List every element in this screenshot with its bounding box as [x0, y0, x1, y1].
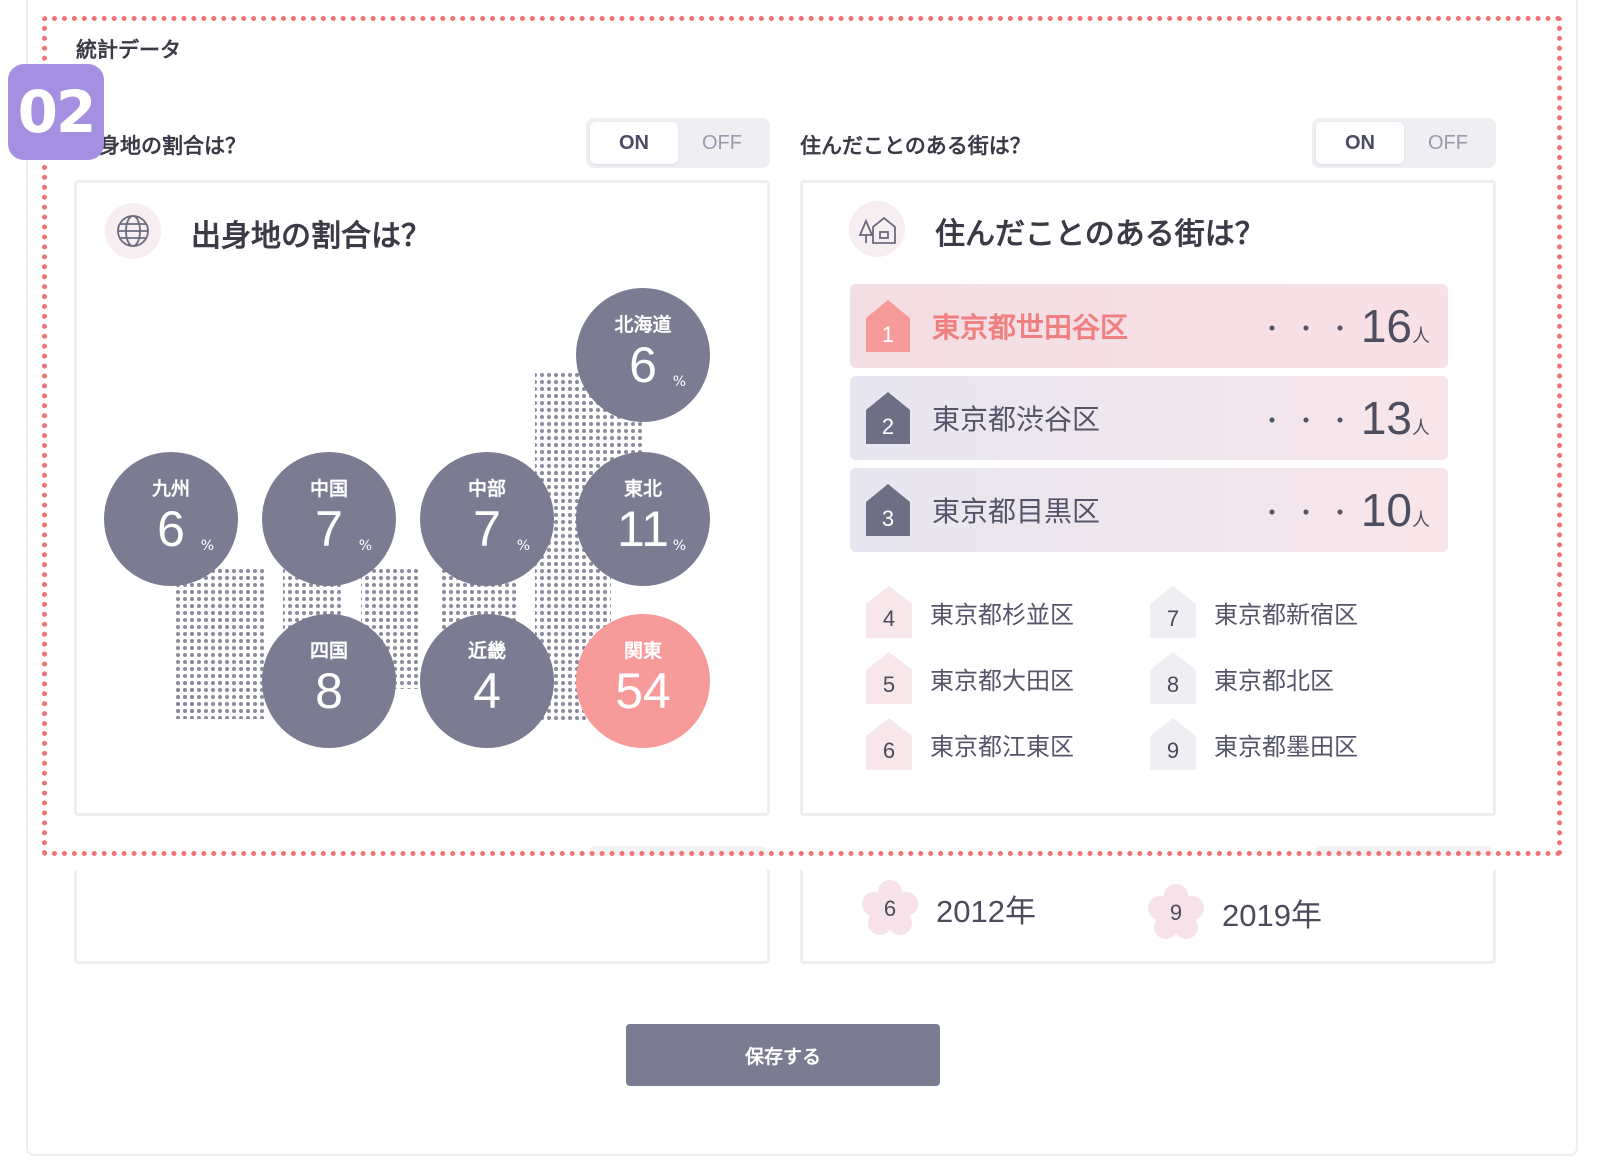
region-percent: 11: [617, 501, 669, 557]
region-name: 北海道: [614, 314, 672, 336]
region-bubble-kyushu: 九州 6 %: [104, 452, 238, 586]
house-icon: 9: [1150, 718, 1196, 770]
toggle-ghost: [1314, 846, 1494, 856]
town-count: 10人: [1360, 484, 1430, 536]
leader-dots: ・・・: [1260, 406, 1362, 435]
town-name: 東京都杉並区: [930, 600, 1074, 629]
region-percent: 6: [629, 337, 657, 393]
percent-sign: %: [200, 538, 214, 554]
town-count: 16人: [1360, 300, 1430, 352]
town-name: 東京都墨田区: [1214, 732, 1358, 761]
town-name: 東京都江東区: [930, 732, 1074, 761]
town-name: 東京都目黒区: [932, 495, 1101, 528]
rank-number: 5: [882, 672, 896, 697]
region-name: 四国: [309, 640, 348, 662]
house-icon: 1: [866, 300, 910, 352]
rank-number: 2: [881, 414, 895, 439]
region-name: 中国: [309, 478, 348, 500]
rank-number: 6: [882, 738, 896, 763]
toggle-towns: ON OFF: [1312, 118, 1496, 168]
region-percent: 6: [157, 501, 185, 557]
town-name: 東京都渋谷区: [932, 403, 1101, 436]
rank-item-6: 6 東京都江東区: [866, 718, 1074, 770]
rank-item-2: 2 東京都渋谷区 ・・・ 13人: [850, 376, 1448, 460]
region-percent: 4: [473, 663, 501, 719]
leader-dots: ・・・: [1260, 498, 1362, 527]
leader-dots: ・・・: [1260, 314, 1362, 343]
toggle-off-button[interactable]: OFF: [1404, 122, 1492, 164]
house-icon: 2: [866, 392, 910, 444]
panel-title: 住んだことのある街は？: [935, 217, 1265, 252]
year-label: 2019年: [1222, 897, 1322, 933]
sakura-icon: 9: [1148, 884, 1204, 940]
rank-number: 9: [1166, 738, 1180, 763]
percent-sign: %: [672, 374, 686, 390]
region-bubble-chugoku: 中国 7 %: [262, 452, 396, 586]
house-icon: 5: [866, 652, 912, 704]
town-name: 東京都北区: [1214, 666, 1334, 695]
rank-item-8: 8 東京都北区: [1150, 652, 1334, 704]
toggle-ghost: [588, 846, 768, 856]
rank-number: 1: [881, 322, 895, 347]
section-title: 統計データ: [76, 38, 181, 62]
house-icon: 4: [866, 586, 912, 638]
rank-item-5: 5 東京都大田区: [866, 652, 1074, 704]
region-name: 東北: [623, 478, 662, 500]
rank-item-7: 7 東京都新宿区: [1150, 586, 1358, 638]
house-icon: 7: [1150, 586, 1196, 638]
region-bubble-shikoku: 四国 8: [262, 614, 396, 748]
region-percent: 7: [473, 501, 501, 557]
year-item-6: 6 2012年: [862, 878, 1036, 938]
percent-sign: %: [358, 538, 372, 554]
toggle-on-button[interactable]: ON: [590, 122, 678, 164]
region-bubble-kanto: 関東 54: [576, 614, 710, 748]
region-bubble-chubu: 中部 7 %: [420, 452, 554, 586]
rank-number: 7: [1166, 606, 1180, 631]
year-rank: 6: [883, 896, 897, 921]
toggle-birthplace: ON OFF: [586, 118, 770, 168]
region-name: 近畿: [467, 640, 506, 662]
year-label: 2012年: [936, 893, 1036, 929]
region-bubble-hokkaido: 北海道 6 %: [576, 288, 710, 422]
region-name: 中部: [467, 478, 506, 500]
save-button[interactable]: 保存する: [626, 1024, 940, 1086]
rank-item-9: 9 東京都墨田区: [1150, 718, 1358, 770]
house-icon: 6: [866, 718, 912, 770]
house-tree-icon: [849, 201, 905, 257]
lower-left-panel: [74, 870, 770, 964]
year-item-9: 9 2019年: [1148, 882, 1322, 942]
town-name: 東京都新宿区: [1214, 600, 1358, 629]
toggle-off-button[interactable]: OFF: [678, 122, 766, 164]
percent-sign: %: [672, 538, 686, 554]
question-label-towns: 住んだことのある街は？: [800, 134, 1031, 158]
rank-item-3: 3 東京都目黒区 ・・・ 10人: [850, 468, 1448, 552]
sakura-icon: 6: [862, 880, 918, 936]
town-count: 13人: [1360, 392, 1430, 444]
rank-item-4: 4 東京都杉並区: [866, 586, 1074, 638]
step-badge: 02: [8, 64, 104, 160]
rank-number: 4: [882, 606, 896, 631]
rank-item-1: 1 東京都世田谷区 ・・・ 16人: [850, 284, 1448, 368]
region-bubble-kinki: 近畿 4: [420, 614, 554, 748]
house-icon: 8: [1150, 652, 1196, 704]
toggle-on-button[interactable]: ON: [1316, 122, 1404, 164]
region-name: 九州: [151, 478, 190, 500]
town-name: 東京都世田谷区: [932, 311, 1129, 344]
year-rank: 9: [1169, 900, 1183, 925]
rank-number: 3: [881, 506, 895, 531]
region-name: 関東: [623, 640, 662, 662]
region-percent: 54: [615, 663, 671, 719]
region-percent: 7: [315, 501, 343, 557]
town-name: 東京都大田区: [930, 666, 1074, 695]
percent-sign: %: [516, 538, 530, 554]
region-bubble-tohoku: 東北 11 %: [576, 452, 710, 586]
house-icon: 3: [866, 484, 910, 536]
rank-number: 8: [1166, 672, 1180, 697]
region-percent: 8: [315, 663, 343, 719]
